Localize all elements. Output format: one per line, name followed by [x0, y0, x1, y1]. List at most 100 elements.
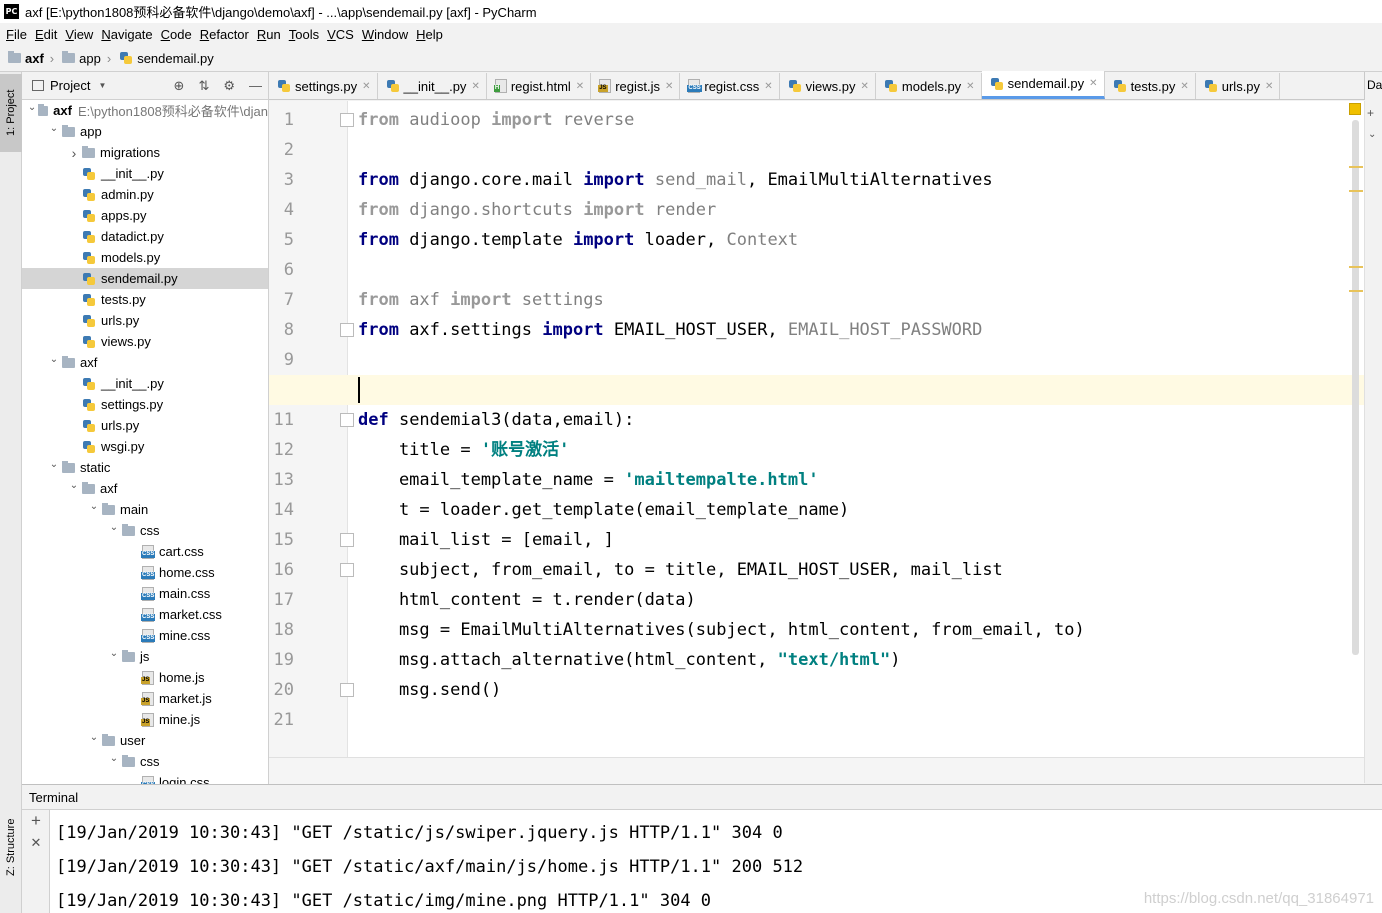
tree-file[interactable]: CSSlogin.css [22, 772, 268, 784]
menu-navigate[interactable]: Navigate [97, 27, 156, 42]
close-session-button[interactable]: ✕ [22, 832, 50, 854]
tree-file[interactable]: JS home.js [22, 667, 268, 688]
menu-file[interactable]: File [2, 27, 31, 42]
chevron-down-icon[interactable]: ⌄ [66, 480, 82, 491]
editor-tab[interactable]: settings.py ✕ [269, 73, 378, 99]
tree-folder[interactable]: ⌄ static [22, 457, 268, 478]
tree-file[interactable]: apps.py [22, 205, 268, 226]
chevron-down-icon[interactable]: ⌄ [1368, 129, 1376, 140]
close-icon[interactable]: ✕ [576, 81, 584, 92]
dropdown-arrow-icon[interactable]: ▼ [98, 81, 106, 90]
tree-file[interactable]: settings.py [22, 394, 268, 415]
editor-tab[interactable]: tests.py ✕ [1105, 73, 1196, 99]
chevron-down-icon[interactable]: ⌄ [86, 501, 102, 512]
chevron-down-icon[interactable]: ⌄ [106, 753, 122, 764]
chevron-down-icon[interactable]: ⌄ [46, 459, 62, 470]
code-line[interactable]: from axf.settings import EMAIL_HOST_USER… [358, 315, 982, 345]
tree-file[interactable]: CSS market.css [22, 604, 268, 625]
editor-tab[interactable]: JS regist.js ✕ [591, 73, 681, 99]
tree-file[interactable]: wsgi.py [22, 436, 268, 457]
editor-tab[interactable]: models.py ✕ [876, 73, 982, 99]
chevron-down-icon[interactable]: ⌄ [26, 102, 38, 113]
chevron-down-icon[interactable]: ⌄ [46, 123, 62, 134]
menu-tools[interactable]: Tools [285, 27, 323, 42]
breadcrumb-item-axf[interactable]: axf › [8, 51, 58, 66]
plus-icon[interactable]: + [1367, 106, 1374, 120]
code-line[interactable]: title = '账号激活' [358, 435, 569, 465]
chevron-down-icon[interactable]: ⌄ [86, 732, 102, 743]
code-line[interactable]: t = loader.get_template(email_template_n… [358, 495, 849, 525]
structure-tool-tab[interactable]: Z: Structure [0, 802, 22, 892]
tree-file[interactable]: JS market.js [22, 688, 268, 709]
menu-window[interactable]: Window [358, 27, 412, 42]
code-line[interactable]: from audioop import reverse [358, 105, 634, 135]
tree-file[interactable]: urls.py [22, 415, 268, 436]
editor-tab[interactable]: __init__.py ✕ [378, 73, 487, 99]
code-line[interactable]: msg.send() [358, 675, 501, 705]
code-area[interactable]: from audioop import reverse from django.c… [269, 101, 1364, 783]
line-number-gutter[interactable]: 123456789101112131415161718192021 [269, 101, 354, 783]
project-tool-tab[interactable]: 1: Project [0, 74, 22, 152]
code-line[interactable]: mail_list = [email, ] [358, 525, 614, 555]
warning-marker[interactable] [1349, 166, 1363, 168]
code-line[interactable]: subject, from_email, to = title, EMAIL_H… [358, 555, 1003, 585]
editor-tab[interactable]: views.py ✕ [780, 73, 876, 99]
warning-marker[interactable] [1349, 190, 1363, 192]
close-icon[interactable]: ✕ [471, 81, 479, 92]
chevron-down-icon[interactable]: ⌄ [106, 522, 122, 533]
editor-tab[interactable]: Hregist.html ✕ [487, 73, 592, 99]
add-session-button[interactable]: + [22, 810, 50, 832]
code-line[interactable]: msg = EmailMultiAlternatives(subject, ht… [358, 615, 1085, 645]
close-icon[interactable]: ✕ [966, 81, 974, 92]
close-icon[interactable]: ✕ [861, 81, 869, 92]
tree-file[interactable]: sendemail.py [22, 268, 268, 289]
tree-folder[interactable]: ⌄ main [22, 499, 268, 520]
code-line[interactable]: from django.template import loader, Cont… [358, 225, 798, 255]
tree-folder[interactable]: ⌄ user [22, 730, 268, 751]
chevron-down-icon[interactable]: ⌄ [106, 648, 122, 659]
close-icon[interactable]: ✕ [764, 81, 772, 92]
menu-run[interactable]: Run [253, 27, 285, 42]
tree-file[interactable]: CSS home.css [22, 562, 268, 583]
tree-folder[interactable]: ⌄ axf [22, 478, 268, 499]
menu-help[interactable]: Help [412, 27, 447, 42]
tree-folder[interactable]: › migrations [22, 142, 268, 163]
close-icon[interactable]: ✕ [1180, 81, 1188, 92]
code-line[interactable]: html_content = t.render(data) [358, 585, 696, 615]
tree-folder[interactable]: ⌄ axf [22, 352, 268, 373]
editor-tab[interactable]: sendemail.py ✕ [981, 71, 1105, 99]
chevron-right-icon[interactable]: › [66, 145, 82, 161]
vertical-scrollbar[interactable] [1352, 120, 1359, 655]
tree-file[interactable]: models.py [22, 247, 268, 268]
chevron-down-icon[interactable]: ⌄ [46, 354, 62, 365]
terminal-title[interactable]: Terminal [29, 790, 78, 805]
tree-file[interactable]: urls.py [22, 310, 268, 331]
gear-icon[interactable]: ⚙ [223, 78, 235, 94]
close-icon[interactable]: ✕ [665, 81, 673, 92]
close-icon[interactable]: ✕ [1089, 78, 1097, 89]
code-line[interactable]: from django.shortcuts import render [358, 195, 716, 225]
tree-folder[interactable]: ⌄ app [22, 121, 268, 142]
collapse-all-icon[interactable]: ⇅ [198, 78, 209, 94]
menu-edit[interactable]: Edit [31, 27, 61, 42]
breadcrumb-item-file[interactable]: sendemail.py [119, 51, 214, 66]
project-panel-title[interactable]: Project [50, 78, 90, 93]
menu-vcs[interactable]: VCS [323, 27, 358, 42]
tree-file[interactable]: CSS main.css [22, 583, 268, 604]
code-line[interactable]: from django.core.mail import send_mail, … [358, 165, 993, 195]
breadcrumb-item-app[interactable]: app › [62, 51, 115, 66]
tree-file[interactable]: tests.py [22, 289, 268, 310]
tree-folder[interactable]: ⌄ css [22, 520, 268, 541]
code-line[interactable]: email_template_name = 'mailtempalte.html… [358, 465, 819, 495]
tree-file[interactable]: CSS mine.css [22, 625, 268, 646]
tab-overflow[interactable]: Da [1364, 72, 1382, 100]
close-icon[interactable]: ✕ [1265, 81, 1273, 92]
tree-file[interactable]: CSS cart.css [22, 541, 268, 562]
code-line[interactable]: msg.attach_alternative(html_content, "te… [358, 645, 901, 675]
menu-code[interactable]: Code [157, 27, 196, 42]
tree-file[interactable]: JS mine.js [22, 709, 268, 730]
editor-tab[interactable]: CSS regist.css ✕ [680, 73, 780, 99]
menu-refactor[interactable]: Refactor [196, 27, 253, 42]
tree-file[interactable]: datadict.py [22, 226, 268, 247]
warning-marker[interactable] [1349, 266, 1363, 268]
